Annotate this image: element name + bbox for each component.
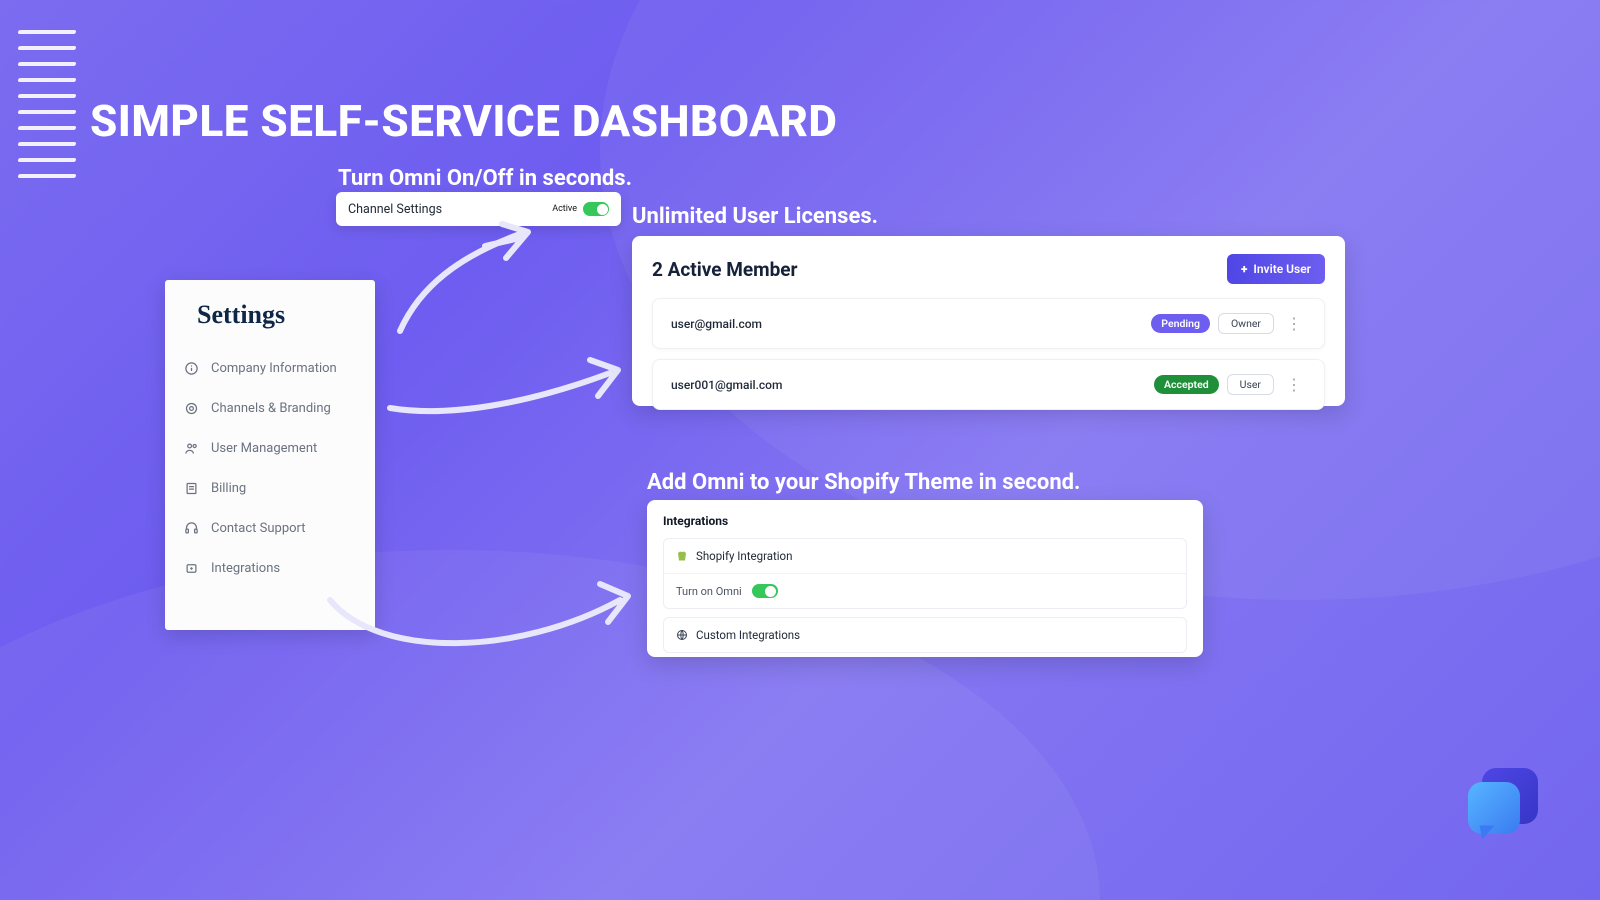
role-badge: User [1227, 374, 1274, 395]
arrow-icon [380, 216, 570, 336]
settings-heading: Settings [197, 300, 357, 330]
plus-icon: + [1241, 262, 1247, 276]
sidebar-item-label: User Management [211, 441, 317, 456]
info-icon [183, 360, 199, 376]
user-row: user001@gmail.com Accepted User ⋮ [652, 359, 1325, 410]
integrations-title: Integrations [663, 514, 1187, 528]
user-email: user@gmail.com [671, 317, 762, 331]
custom-integrations-block: Custom Integrations [663, 617, 1187, 653]
sidebar-item-company-information[interactable]: Company Information [183, 348, 357, 388]
user-row: user@gmail.com Pending Owner ⋮ [652, 298, 1325, 349]
brand-logo [1468, 768, 1540, 840]
row-menu-button[interactable]: ⋮ [1282, 314, 1306, 333]
users-header: 2 Active Member [652, 258, 798, 281]
users-icon [183, 440, 199, 456]
turn-on-omni-toggle[interactable] [752, 584, 778, 598]
decorative-hashes [18, 30, 76, 178]
role-badge: Owner [1218, 313, 1274, 334]
invite-user-button[interactable]: + Invite User [1227, 254, 1325, 284]
plug-icon [183, 560, 199, 576]
sidebar-item-channels-branding[interactable]: Channels & Branding [183, 388, 357, 428]
shopify-integration-block: Shopify Integration Turn on Omni [663, 538, 1187, 609]
row-menu-button[interactable]: ⋮ [1282, 375, 1306, 394]
arrow-icon [320, 560, 640, 680]
channel-active-toggle[interactable] [583, 202, 609, 216]
shopify-integration-row[interactable]: Shopify Integration [664, 539, 1186, 573]
status-badge: Pending [1151, 314, 1210, 333]
custom-integrations-label: Custom Integrations [696, 628, 800, 642]
arrow-icon [380, 348, 630, 428]
custom-integrations-row[interactable]: Custom Integrations [664, 618, 1186, 652]
sidebar-item-label: Channels & Branding [211, 401, 331, 416]
globe-icon [676, 629, 688, 641]
receipt-icon [183, 480, 199, 496]
shopify-integration-label: Shopify Integration [696, 549, 792, 563]
sidebar-item-label: Company Information [211, 361, 337, 376]
channel-settings-title: Channel Settings [348, 202, 442, 217]
channel-status-label: Active [552, 204, 577, 214]
invite-user-label: Invite User [1253, 262, 1311, 276]
sidebar-item-label: Integrations [211, 561, 280, 576]
users-panel: 2 Active Member + Invite User user@gmail… [632, 236, 1345, 406]
sidebar-item-label: Billing [211, 481, 246, 496]
headset-icon [183, 520, 199, 536]
sidebar-item-user-management[interactable]: User Management [183, 428, 357, 468]
eye-icon [183, 400, 199, 416]
sidebar-item-billing[interactable]: Billing [183, 468, 357, 508]
sidebar-item-label: Contact Support [211, 521, 306, 536]
caption-users: Unlimited User Licenses. [632, 204, 878, 229]
user-email: user001@gmail.com [671, 378, 782, 392]
caption-integrations: Add Omni to your Shopify Theme in second… [647, 470, 1080, 495]
caption-channel: Turn Omni On/Off in seconds. [338, 166, 632, 191]
shopify-icon [676, 550, 688, 562]
status-badge: Accepted [1154, 375, 1219, 394]
integrations-panel: Integrations Shopify Integration Turn on… [647, 500, 1203, 657]
sidebar-item-contact-support[interactable]: Contact Support [183, 508, 357, 548]
page-title: SIMPLE SELF-SERVICE DASHBOARD [90, 95, 837, 147]
turn-on-omni-label: Turn on Omni [676, 585, 742, 598]
